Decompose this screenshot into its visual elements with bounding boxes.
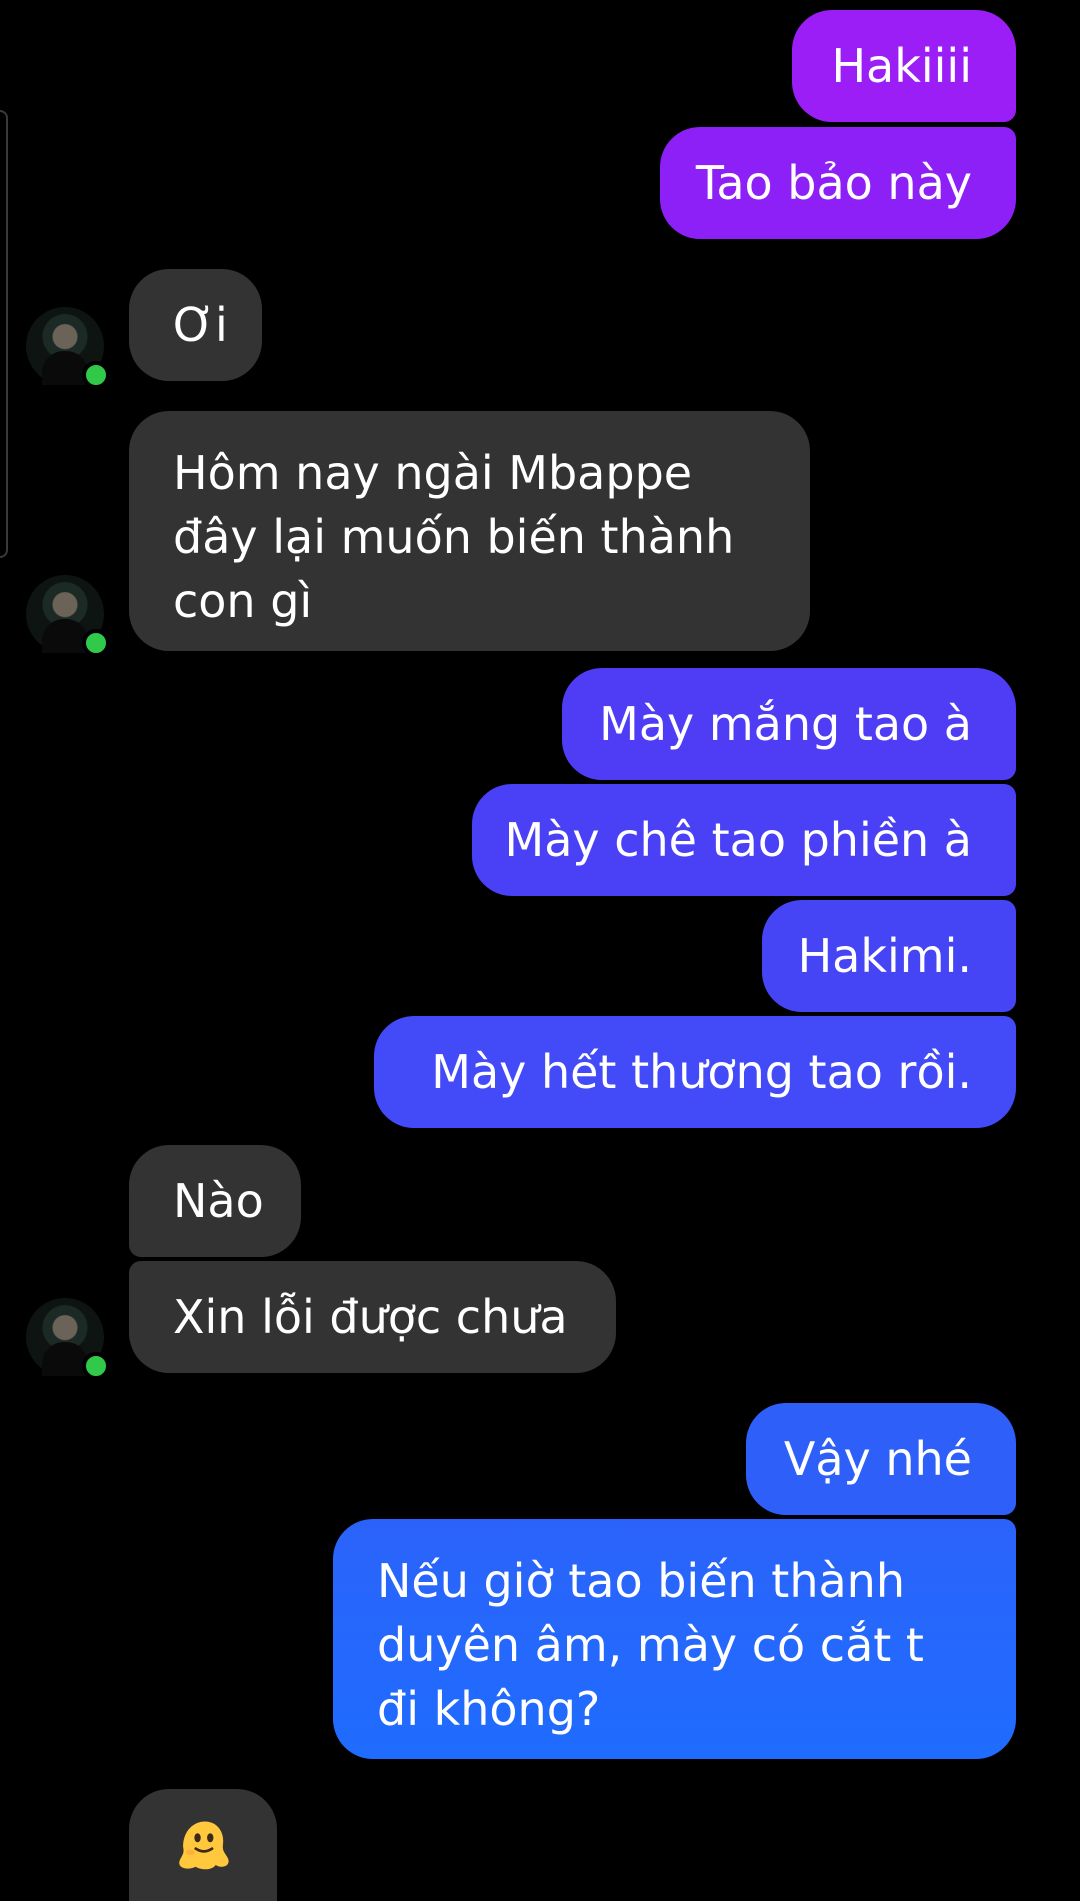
message-text: Nào (173, 1174, 264, 1228)
incoming-message[interactable]: Nào (129, 1145, 301, 1257)
incoming-message[interactable]: Hôm nay ngài Mbappe đây lại muốn biến th… (129, 411, 810, 651)
message-text: Mày chê tao phiền à (504, 813, 972, 867)
avatar-silhouette (42, 619, 88, 653)
incoming-message[interactable]: Ơi (129, 269, 262, 381)
message-text: Hôm nay ngài Mbappe đây lại muốn biến th… (173, 446, 735, 628)
melting-face-emoji (179, 1821, 229, 1870)
avatar-silhouette (42, 351, 88, 385)
online-status-dot (82, 361, 110, 389)
message-text: Mày hết thương tao rồi. (431, 1045, 972, 1099)
message-text: Ơi (173, 298, 228, 352)
online-status-dot (82, 1352, 110, 1380)
message-text: Hakimi. (797, 929, 972, 983)
message-text: Mày mắng tao à (599, 697, 972, 751)
outgoing-message[interactable]: Mày hết thương tao rồi. (374, 1016, 1016, 1128)
contact-avatar[interactable] (26, 1298, 110, 1380)
incoming-message[interactable]: Xin lỗi được chưa (129, 1261, 616, 1373)
contact-avatar[interactable] (26, 575, 110, 657)
message-text: Vậy nhé (783, 1432, 972, 1486)
incoming-emoji-message[interactable] (129, 1789, 277, 1901)
outgoing-message[interactable]: Mày chê tao phiền à (472, 784, 1016, 896)
message-text: Nếu giờ tao biến thành duyên âm, mày có … (377, 1554, 924, 1736)
avatar-silhouette (42, 1342, 88, 1376)
outgoing-message[interactable]: Hakiiii (792, 10, 1016, 122)
outgoing-message[interactable]: Mày mắng tao à (562, 668, 1016, 780)
message-text: Hakiiii (831, 39, 972, 93)
outgoing-message[interactable]: Nếu giờ tao biến thành duyên âm, mày có … (333, 1519, 1016, 1759)
scroll-indicator[interactable] (0, 110, 8, 558)
outgoing-message[interactable]: Hakimi. (762, 900, 1016, 1012)
contact-avatar[interactable] (26, 307, 110, 389)
message-text: Tao bảo này (695, 156, 972, 210)
outgoing-message[interactable]: Tao bảo này (660, 127, 1016, 239)
message-text: Xin lỗi được chưa (173, 1290, 568, 1344)
online-status-dot (82, 629, 110, 657)
outgoing-message[interactable]: Vậy nhé (746, 1403, 1016, 1515)
